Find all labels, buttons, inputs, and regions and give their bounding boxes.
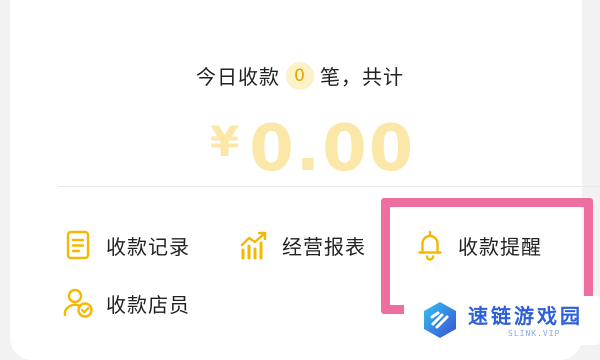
summary-suffix: 笔，共计 xyxy=(320,65,404,89)
summary-prefix: 今日收款 xyxy=(196,65,280,89)
today-summary: 今日收款 0 笔，共计 xyxy=(0,61,600,90)
menu-item-reports-label: 经营报表 xyxy=(282,234,366,259)
total-amount: ¥0.00 xyxy=(210,112,415,186)
menu-item-reports[interactable]: 经营报表 xyxy=(238,229,366,261)
document-list-icon xyxy=(66,230,90,260)
count-badge: 0 xyxy=(286,61,314,90)
amount-value: 0.00 xyxy=(249,112,416,186)
watermark-brand: 速链游戏园 xyxy=(468,304,583,328)
menu-item-clerk[interactable]: 收款店员 xyxy=(62,287,190,319)
divider xyxy=(58,186,600,187)
watermark-logo-icon xyxy=(424,302,456,338)
user-check-icon xyxy=(63,288,93,318)
menu-item-records-label: 收款记录 xyxy=(106,234,190,259)
menu-item-records[interactable]: 收款记录 xyxy=(62,229,190,261)
menu-item-clerk-label: 收款店员 xyxy=(106,292,190,317)
chart-growth-icon xyxy=(240,231,267,260)
watermark: 速链游戏园 SLINK.VIP xyxy=(404,296,600,345)
currency-symbol: ¥ xyxy=(210,117,240,166)
watermark-sub: SLINK.VIP xyxy=(508,329,561,338)
